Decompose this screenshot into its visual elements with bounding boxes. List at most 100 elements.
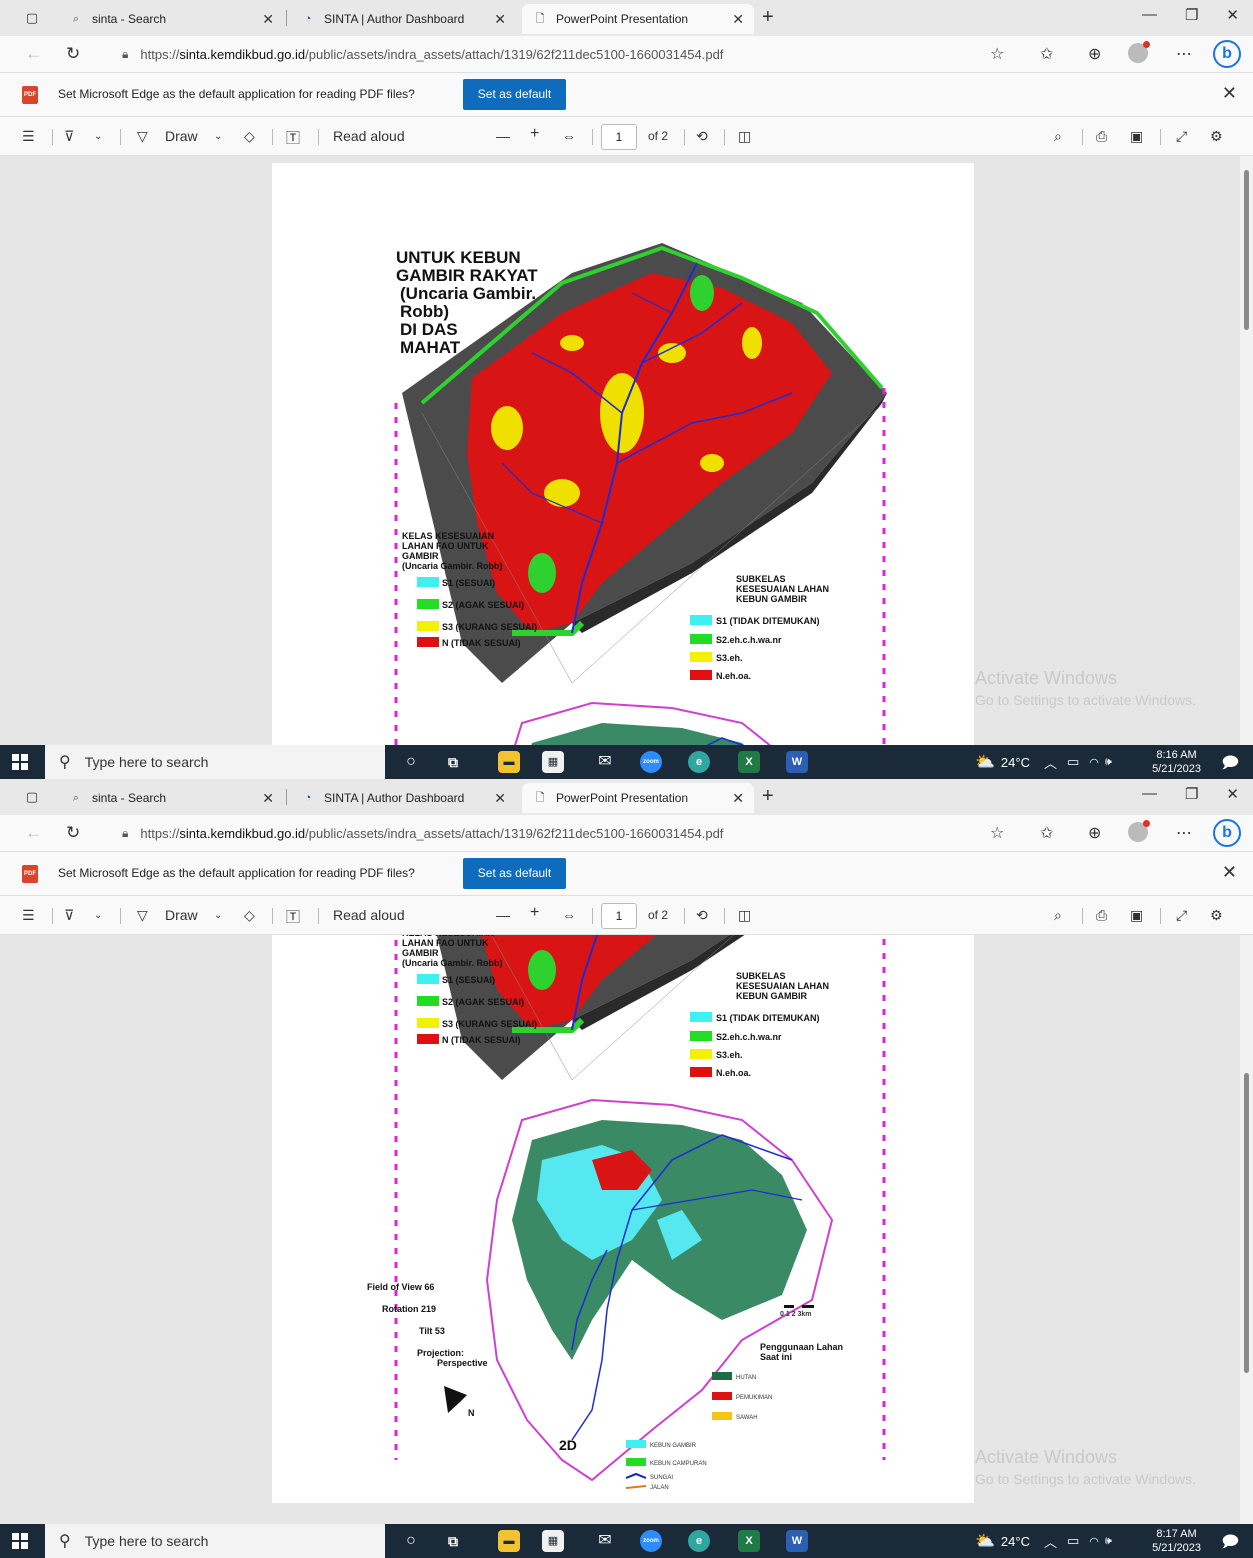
bing-chat-icon[interactable]: b [1213, 819, 1241, 847]
weather-icon[interactable]: ⛅ [975, 1531, 995, 1551]
pdf-viewer[interactable]: KELAS KESESUAIAN LAHAN FAO UNTUK GAMBIR … [0, 935, 1240, 1524]
more-icon[interactable]: ⋯ [1176, 823, 1192, 843]
collections-icon[interactable]: ⊕ [1088, 823, 1101, 843]
restore-icon[interactable]: ❐ [1185, 6, 1198, 24]
rotate-icon[interactable]: ⟲ [696, 907, 708, 924]
task-view-icon[interactable]: ⧉ [442, 1530, 464, 1552]
file-explorer-icon[interactable]: ▬ [498, 1530, 520, 1552]
cortana-icon[interactable]: ○ [400, 1530, 422, 1552]
fullscreen-icon[interactable]: ⤢ [1176, 907, 1187, 924]
page-view-icon[interactable]: ◫ [738, 907, 751, 924]
chevron-up-icon[interactable]: ︿ [1044, 753, 1057, 772]
text-icon[interactable]: 🅃 [286, 907, 300, 927]
highlight-icon[interactable]: ⊽ [64, 128, 74, 145]
search-icon[interactable]: ⌕ [1054, 907, 1062, 924]
excel-icon[interactable]: X [738, 1530, 760, 1552]
clock[interactable]: 8:16 AM 5/21/2023 [1152, 748, 1201, 776]
collections-icon[interactable]: ⊕ [1088, 44, 1101, 64]
chevron-up-icon[interactable]: ︿ [1044, 1532, 1057, 1551]
temperature[interactable]: 24°C [1001, 755, 1030, 770]
close-icon[interactable]: ✕ [1222, 83, 1237, 104]
back-button[interactable]: ← [25, 44, 42, 64]
tab-actions-icon[interactable]: ▢ [22, 8, 42, 28]
tab-actions-icon[interactable]: ▢ [22, 787, 42, 807]
fullscreen-icon[interactable]: ⤢ [1176, 128, 1187, 145]
word-icon[interactable]: W [786, 751, 808, 773]
add-favorite-icon[interactable]: ☆ [990, 44, 1004, 64]
draw-icon[interactable]: ▽ [137, 128, 148, 145]
settings-icon[interactable]: ⚙ [1210, 907, 1223, 924]
word-icon[interactable]: W [786, 1530, 808, 1552]
battery-icon[interactable]: ▭ [1067, 754, 1079, 770]
zoom-in-icon[interactable]: + [530, 904, 539, 922]
set-default-button[interactable]: Set as default [463, 858, 566, 889]
edge-icon[interactable]: e [688, 751, 710, 773]
cortana-icon[interactable]: ○ [400, 751, 422, 773]
tab-sinta-search[interactable]: ⌕ sinta - Search ✕ [58, 783, 284, 813]
close-icon[interactable]: ✕ [494, 790, 506, 807]
close-window-icon[interactable]: ✕ [1226, 785, 1239, 803]
restore-icon[interactable]: ❐ [1185, 785, 1198, 803]
draw-icon[interactable]: ▽ [137, 907, 148, 924]
tab-sinta-dashboard[interactable]: ◔ SINTA | Author Dashboard ✕ [290, 4, 516, 34]
store-icon[interactable]: ▦ [542, 1530, 564, 1552]
tab-powerpoint-presentation[interactable]: 🗋 PowerPoint Presentation ✕ [522, 4, 754, 34]
scrollbar-thumb[interactable] [1244, 170, 1249, 330]
minimize-icon[interactable]: — [1142, 6, 1157, 24]
close-icon[interactable]: ✕ [732, 790, 744, 807]
read-aloud-button[interactable]: Read aloud [333, 907, 405, 923]
wifi-icon[interactable]: ◠ [1089, 1535, 1099, 1548]
tab-sinta-search[interactable]: ⌕ sinta - Search ✕ [58, 4, 284, 34]
windows-start-icon[interactable] [12, 754, 28, 770]
mail-icon[interactable]: ✉ [594, 1530, 616, 1552]
chevron-down-icon[interactable]: ⌄ [94, 131, 102, 142]
read-aloud-button[interactable]: Read aloud [333, 128, 405, 144]
highlight-icon[interactable]: ⊽ [64, 907, 74, 924]
close-window-icon[interactable]: ✕ [1226, 6, 1239, 24]
chevron-down-icon[interactable]: ⌄ [94, 910, 102, 921]
close-icon[interactable]: ✕ [1222, 862, 1237, 883]
avatar[interactable] [1128, 820, 1150, 842]
search-icon[interactable]: ⌕ [1054, 128, 1062, 145]
edge-icon[interactable]: e [688, 1530, 710, 1552]
close-icon[interactable]: ✕ [494, 11, 506, 28]
more-icon[interactable]: ⋯ [1176, 44, 1192, 64]
new-tab-button[interactable]: + [762, 785, 774, 808]
chevron-down-icon[interactable]: ⌄ [214, 910, 222, 921]
zoom-icon[interactable]: zoom [640, 1530, 662, 1552]
wifi-icon[interactable]: ◠ [1089, 756, 1099, 769]
back-button[interactable]: ← [25, 823, 42, 843]
text-icon[interactable]: 🅃 [286, 128, 300, 148]
favorites-icon[interactable]: ✩ [1040, 44, 1053, 64]
notification-icon[interactable]: 🗩 [1221, 752, 1239, 779]
volume-icon[interactable]: 🕪 [1105, 1535, 1112, 1548]
contents-icon[interactable]: ☰ [22, 128, 35, 145]
erase-icon[interactable]: ◇ [244, 128, 255, 145]
save-icon[interactable]: ▣ [1130, 907, 1143, 924]
settings-icon[interactable]: ⚙ [1210, 128, 1223, 145]
tab-powerpoint-presentation[interactable]: 🗋 PowerPoint Presentation ✕ [522, 783, 754, 813]
temperature[interactable]: 24°C [1001, 1534, 1030, 1549]
windows-start-icon[interactable] [12, 1533, 28, 1549]
excel-icon[interactable]: X [738, 751, 760, 773]
page-view-icon[interactable]: ◫ [738, 128, 751, 145]
print-icon[interactable]: ⎙ [1096, 907, 1107, 924]
pdf-viewer[interactable]: UNTUK KEBUN GAMBIR RAKYAT (Uncaria Gambi… [0, 156, 1240, 745]
favorites-icon[interactable]: ✩ [1040, 823, 1053, 843]
clock[interactable]: 8:17 AM 5/21/2023 [1152, 1527, 1201, 1555]
tab-sinta-dashboard[interactable]: ◔ SINTA | Author Dashboard ✕ [290, 783, 516, 813]
zoom-in-icon[interactable]: + [530, 125, 539, 143]
zoom-icon[interactable]: zoom [640, 751, 662, 773]
new-tab-button[interactable]: + [762, 6, 774, 29]
vertical-scrollbar[interactable] [1240, 156, 1253, 745]
taskbar-search-input[interactable]: ⚲ Type here to search [45, 1524, 385, 1558]
page-number-input[interactable]: 1 [601, 124, 637, 150]
contents-icon[interactable]: ☰ [22, 907, 35, 924]
save-icon[interactable]: ▣ [1130, 128, 1143, 145]
file-explorer-icon[interactable]: ▬ [498, 751, 520, 773]
page-number-input[interactable]: 1 [601, 903, 637, 929]
zoom-out-icon[interactable]: — [496, 907, 510, 923]
url-field[interactable]: 🔒︎ https://sinta.kemdikbud.go.id/public/… [110, 819, 1000, 847]
volume-icon[interactable]: 🕪 [1105, 756, 1112, 769]
vertical-scrollbar[interactable] [1240, 935, 1253, 1524]
